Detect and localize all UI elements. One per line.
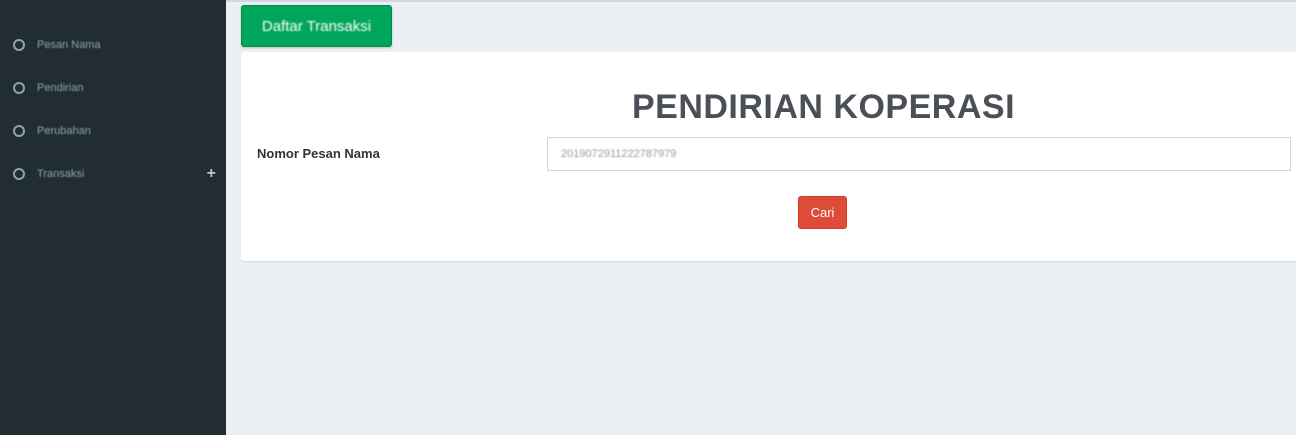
sidebar-item-transaksi[interactable]: Transaksi + (0, 159, 226, 189)
circle-o-icon (13, 125, 25, 137)
sidebar-item-label: Transaksi (37, 168, 85, 180)
search-form-box: PENDIRIAN KOPERASI Nomor Pesan Nama 2019… (241, 52, 1296, 261)
sidebar-item-pesan-nama[interactable]: Pesan Nama (0, 30, 226, 60)
daftar-transaksi-button[interactable]: Daftar Transaksi (241, 5, 392, 47)
circle-o-icon (13, 168, 25, 180)
sidebar-item-perubahan[interactable]: Perubahan (0, 116, 226, 146)
sidebar-item-label: Pendirian (37, 82, 84, 94)
header-divider (226, 0, 1296, 2)
sidebar-item-label: Perubahan (37, 125, 91, 137)
page-title: PENDIRIAN KOPERASI (631, 88, 1016, 126)
sidebar-item-pendirian[interactable]: Pendirian (0, 73, 226, 103)
nomor-pesan-nama-label: Nomor Pesan Nama (257, 146, 380, 161)
circle-o-icon (13, 82, 25, 94)
app-root: Pesan Nama Pendirian Perubahan Transaksi… (0, 0, 1296, 435)
nomor-pesan-nama-input[interactable] (547, 137, 1291, 171)
circle-o-icon (13, 39, 25, 51)
sidebar: Pesan Nama Pendirian Perubahan Transaksi… (0, 0, 226, 435)
daftar-transaksi-label: Daftar Transaksi (261, 17, 372, 35)
cari-button[interactable]: Cari (798, 196, 847, 229)
plus-icon[interactable]: + (207, 166, 216, 182)
sidebar-item-label: Pesan Nama (37, 39, 101, 51)
